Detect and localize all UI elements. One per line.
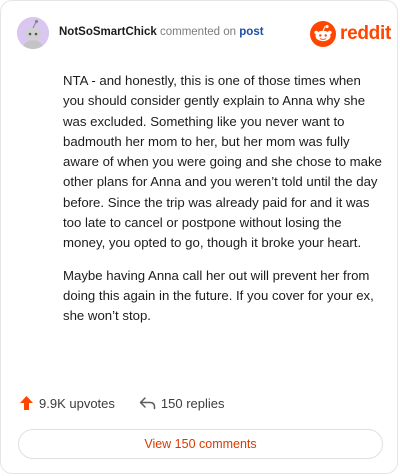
comment-body: NTA - and honestly, this is one of those… xyxy=(63,71,383,339)
comment-card: NotSoSmartChick commented on post reddit… xyxy=(0,0,398,474)
reddit-snoo-icon xyxy=(310,21,336,47)
reply-arrow-icon xyxy=(139,397,156,410)
upvote-count: 9.9K upvotes xyxy=(39,395,115,411)
username-link[interactable]: NotSoSmartChick xyxy=(59,26,157,38)
comment-paragraph: Maybe having Anna call her out will prev… xyxy=(63,267,374,324)
reddit-logo[interactable]: reddit xyxy=(310,21,391,47)
snoo-avatar-icon xyxy=(17,17,49,49)
user-avatar[interactable] xyxy=(17,17,49,49)
reply-count: 150 replies xyxy=(160,395,225,411)
view-comments-button[interactable]: View 150 comments xyxy=(18,429,383,459)
comment-stats: 9.9K upvotes 150 replies xyxy=(19,395,225,411)
comment-paragraph: NTA - and honestly, this is one of those… xyxy=(63,73,382,251)
post-link[interactable]: post xyxy=(239,26,263,38)
reply-stat[interactable]: 150 replies xyxy=(139,396,225,411)
comment-header: NotSoSmartChick commented on post xyxy=(59,26,264,38)
reddit-wordmark: reddit xyxy=(340,23,391,44)
upvote-arrow-icon xyxy=(20,396,33,410)
action-text: commented on xyxy=(159,26,237,38)
upvote-stat[interactable]: 9.9K upvotes xyxy=(19,395,115,411)
